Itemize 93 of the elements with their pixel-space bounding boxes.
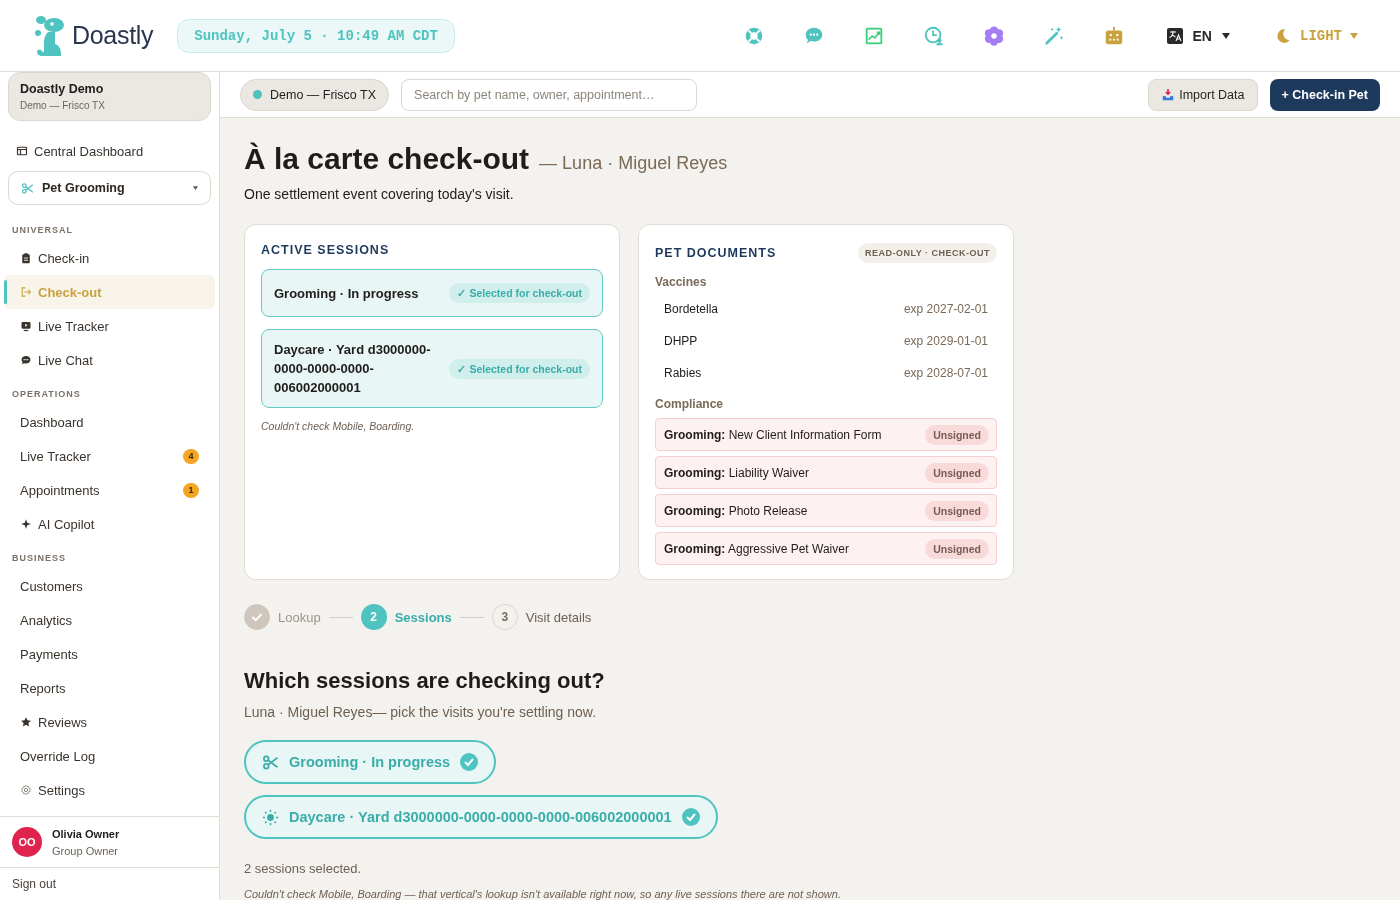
read-only-badge: READ-ONLY · CHECK-OUT <box>858 243 997 263</box>
nav-item[interactable]: Live Chat <box>4 343 215 377</box>
nav-item[interactable]: Reviews <box>4 705 215 739</box>
caret-icon <box>1222 32 1230 39</box>
section-subheading: Luna · Miguel Reyes— pick the visits you're settling now. <box>244 704 598 720</box>
status-badge: Unsigned <box>925 462 989 483</box>
count-badge: 4 <box>183 448 199 464</box>
user-name: Olivia Owner <box>52 827 120 840</box>
organization-name: Doastly Demo <box>20 82 105 96</box>
status-dot-icon <box>253 90 262 99</box>
count-badge: 1 <box>183 482 199 498</box>
page-description: One settlement event covering today's visit. <box>244 186 515 202</box>
session-card[interactable]: Daycare · Yard d3000000-0000-0000-0000-006002000001 ✓ Selected for check-out <box>261 329 603 408</box>
sun-icon <box>262 808 279 826</box>
status-badge: Unsigned <box>925 538 989 559</box>
document-name: Grooming: Liability Waiver <box>664 465 809 480</box>
lookup-note: Couldn't check Mobile, Boarding — that vertical's lookup isn't available right now, so any live sessions there are not shown. <box>244 888 842 900</box>
nav-item[interactable]: Appointments 1 <box>4 473 215 507</box>
organization-location: Demo — Frisco TX <box>20 100 106 111</box>
status-badge: Unsigned <box>925 424 989 445</box>
nav-item[interactable]: Override Log <box>4 739 215 773</box>
nav-item[interactable]: Dashboard <box>4 405 215 439</box>
nav-item[interactable]: Reports <box>4 671 215 705</box>
monitor-icon <box>20 320 32 332</box>
page-title: À la carte check-out <box>244 142 530 176</box>
scissors-icon <box>262 753 279 771</box>
step-number: 2 <box>360 604 387 630</box>
vertical-select[interactable]: Pet Grooming <box>8 171 211 205</box>
star-icon <box>20 716 32 728</box>
nav-item[interactable]: Customers <box>4 569 215 603</box>
session-note: Couldn't check Mobile, Boarding. <box>261 420 416 432</box>
nav-item[interactable]: Check-in <box>4 241 215 275</box>
document-name: Grooming: Photo Release <box>664 503 808 518</box>
section-heading: OPERATIONS <box>11 388 82 401</box>
nav-item[interactable]: Live Tracker 4 <box>4 439 215 473</box>
chat-icon <box>20 354 32 366</box>
layout-icon <box>16 145 28 157</box>
check-in-pet-button[interactable]: + Check-in Pet <box>1269 78 1380 111</box>
check-icon <box>460 753 479 771</box>
selected-pill: ✓ Selected for check-out <box>449 358 590 379</box>
brand-name: Doastly <box>72 21 154 50</box>
sign-out-link[interactable]: Sign out <box>12 877 57 891</box>
nav-item[interactable]: Settings <box>4 773 215 807</box>
section-heading: Which sessions are checking out? <box>244 668 606 694</box>
selected-pill: ✓ Selected for check-out <box>449 283 590 303</box>
section-heading: Vaccines <box>655 275 708 289</box>
check-icon <box>681 808 700 826</box>
step-number: 3 <box>491 604 518 630</box>
section-heading: Compliance <box>655 397 724 411</box>
settings-icon <box>20 784 32 796</box>
organization-card[interactable]: Doastly Demo Demo — Frisco TX <box>8 72 211 121</box>
vaccine-expiry: exp 2028-07-01 <box>903 366 988 380</box>
vaccine-name: Bordetella <box>664 302 719 316</box>
section-heading: UNIVERSAL <box>11 224 74 237</box>
magic-wand-icon[interactable] <box>1042 24 1065 47</box>
exit-icon <box>20 286 32 298</box>
user-avatar[interactable]: OO <box>12 827 42 857</box>
import-data-button[interactable]: Import Data <box>1148 78 1258 111</box>
nav-item[interactable]: Analytics <box>4 603 215 637</box>
inbox-tray-icon <box>1161 87 1176 102</box>
card-title: PET DOCUMENTS <box>655 246 777 260</box>
caret-icon <box>193 186 198 190</box>
nav-item[interactable]: Central Dashboard <box>0 135 219 167</box>
document-name: Grooming: Aggressive Pet Waiver <box>664 541 849 556</box>
card-title: ACTIVE SESSIONS <box>261 243 391 257</box>
clipboard-icon <box>20 252 32 264</box>
vaccine-expiry: exp 2027-02-01 <box>903 302 988 316</box>
selection-summary: 2 sessions selected. <box>244 861 363 876</box>
translate-icon[interactable] <box>1166 27 1183 44</box>
location-chip[interactable]: Demo — Frisco TX <box>240 78 390 111</box>
datetime-badge: Sunday, July 5 · 10:49 AM CDT <box>177 18 455 53</box>
search-field[interactable]: Search by pet name, owner, appointment… <box>401 78 698 111</box>
vaccine-expiry: exp 2029-01-01 <box>903 334 988 348</box>
language-selector[interactable]: EN <box>1192 27 1212 44</box>
moon-icon[interactable] <box>1274 26 1292 45</box>
document-name: Grooming: New Client Information Form <box>664 427 882 442</box>
page-subtitle: — Luna · Miguel Reyes <box>539 153 728 174</box>
step-label[interactable]: Visit details <box>525 609 592 625</box>
dog-logo-icon <box>32 13 66 58</box>
nav-item[interactable]: AI Copilot <box>4 507 215 541</box>
clock-icon[interactable] <box>922 24 945 47</box>
status-badge: Unsigned <box>925 500 989 521</box>
nav-item[interactable]: Live Tracker <box>4 309 215 343</box>
nav-item[interactable]: Payments <box>4 637 215 671</box>
caret-icon <box>1350 32 1358 39</box>
sparkle-icon <box>20 518 32 530</box>
flower-icon[interactable] <box>982 24 1005 47</box>
scissors-icon <box>21 181 34 195</box>
session-card[interactable]: Grooming · In progress ✓ Selected for check-out <box>261 269 603 317</box>
section-heading: BUSINESS <box>11 552 67 565</box>
user-role: Group Owner <box>52 844 120 857</box>
vaccine-name: DHPP <box>664 334 698 348</box>
vaccine-name: Rabies <box>664 366 702 380</box>
